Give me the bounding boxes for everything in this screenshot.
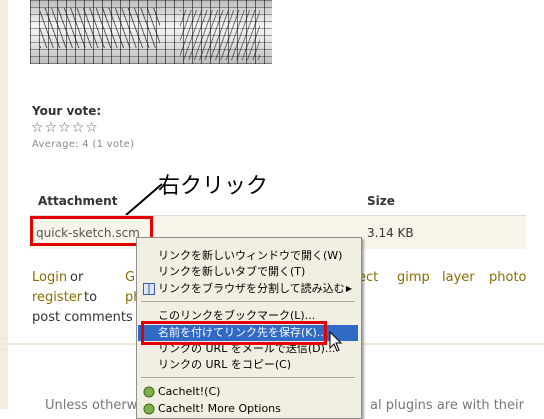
menu-item-open-new-tab[interactable]: リンクを新しいタブで開く(T): [138, 264, 358, 280]
menu-item-cacheit-more[interactable]: CacheIt! More Options: [138, 401, 358, 417]
cacheit-icon: [143, 386, 155, 398]
table-header-size: Size: [367, 194, 395, 208]
table-header-attachment: Attachment: [38, 194, 118, 208]
tag-layer[interactable]: layer: [442, 270, 475, 285]
or-text: or: [70, 270, 84, 285]
split-view-icon: [143, 283, 155, 295]
vote-average: Average: 4 (1 vote): [32, 139, 135, 150]
left-border: [0, 0, 8, 409]
annotation-label: 右クリック: [158, 174, 269, 199]
menu-item-cacheit-label: CacheIt!(C): [158, 385, 221, 398]
menu-item-split-browser-label: リンクをブラウザを分割して読み込む: [158, 282, 345, 295]
mouse-cursor-icon: [329, 331, 343, 352]
footer-text-right: al plugins are with their: [370, 398, 524, 413]
star-rating[interactable]: ☆☆☆☆☆: [31, 120, 99, 136]
annotation-highlight-save: [141, 321, 327, 345]
register-link[interactable]: register: [32, 290, 82, 305]
menu-item-open-new-window[interactable]: リンクを新しいウィンドウで開く(W): [138, 248, 358, 264]
menu-item-cacheit[interactable]: CacheIt!(C): [138, 384, 358, 400]
submenu-arrow-icon: ▶: [345, 284, 352, 293]
menu-item-split-browser[interactable]: リンクをブラウザを分割して読み込む ▶: [138, 281, 358, 297]
vote-title: Your vote:: [32, 104, 102, 118]
annotation-arrow: [125, 183, 163, 216]
menu-separator: [141, 377, 355, 378]
cacheit-more-icon: [143, 403, 155, 415]
post-comments-text: post comments: [32, 310, 133, 325]
menu-separator: [141, 301, 355, 302]
annotation-highlight-link: [30, 216, 153, 246]
tag-photo[interactable]: photo: [489, 270, 527, 285]
to-text: to: [84, 290, 98, 305]
tag-gimp[interactable]: gimp: [397, 270, 430, 285]
attachment-size: 3.14 KB: [367, 226, 414, 240]
photo-thumbnail[interactable]: [30, 0, 272, 64]
login-link[interactable]: Login: [32, 270, 67, 285]
menu-item-copy-link[interactable]: リンクの URL をコピー(C): [138, 357, 358, 373]
footer-text-left: Unless otherw: [45, 398, 138, 413]
